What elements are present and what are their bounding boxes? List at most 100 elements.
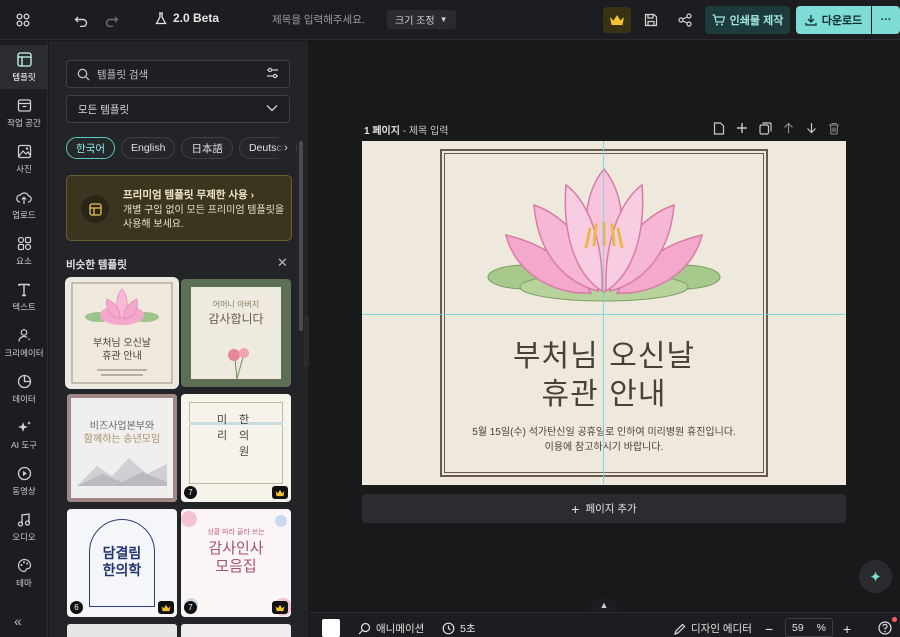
carnation-art (228, 348, 249, 379)
nav-item-theme[interactable]: 테마 (0, 551, 48, 595)
nav-item-creator[interactable]: 크리에이터 (0, 321, 48, 365)
download-button[interactable]: 다운로드 (796, 6, 871, 34)
duration-button[interactable]: 5초 (442, 621, 476, 636)
move-down-icon[interactable] (804, 121, 818, 135)
undo-icon[interactable] (71, 10, 91, 30)
help-button[interactable] (878, 621, 892, 635)
nav-item-ai-tools[interactable]: AI 도구 (0, 413, 48, 457)
template-thumbnail[interactable]: 비즈사업본부와 함께하는 송년모임 (67, 394, 177, 502)
nav-item-workspace[interactable]: 작업 공간 (0, 91, 48, 135)
panel-scrollbar[interactable] (299, 141, 303, 331)
template-category-select[interactable]: 모든 템플릿 (66, 95, 290, 123)
more-options-button[interactable]: ··· (872, 6, 900, 34)
save-button[interactable] (638, 7, 664, 33)
template-search-input[interactable]: 템플릿 검색 (66, 60, 290, 88)
zoom-out-button[interactable]: − (765, 621, 773, 637)
nav-item-photo[interactable]: 사진 (0, 137, 48, 181)
premium-crown-button[interactable] (603, 7, 631, 33)
mountain-art (77, 458, 167, 486)
template-thumbnail[interactable] (67, 624, 177, 637)
template-thumbnail[interactable]: 미리 한의원 7 (181, 394, 291, 502)
duration-label: 5초 (460, 623, 476, 635)
nav-item-text[interactable]: 텍스트 (0, 275, 48, 319)
move-up-icon[interactable] (781, 121, 795, 135)
nav-item-video[interactable]: 동영상 (0, 459, 48, 503)
sparkle-icon: ✦ (869, 568, 882, 586)
theme-icon (16, 558, 32, 574)
share-button[interactable] (672, 7, 698, 33)
template-thumbnail[interactable] (181, 624, 291, 637)
new-page-icon[interactable] (712, 121, 726, 135)
workspace-icon (16, 98, 32, 114)
template-thumbnail[interactable]: 상황 따라 골라 쓰는 감사인사 모음집 7 (181, 509, 291, 617)
top-bar: 2.0 Beta 제목을 입력해주세요. 크기 조정 ▼ 인쇄물 제작 다운로드… (0, 0, 900, 40)
zoom-input[interactable]: 59 % (785, 618, 833, 637)
lang-chip-japanese[interactable]: 日本語 (181, 137, 233, 159)
page-body-line2[interactable]: 이용에 참고하시기 바랍니다. (362, 438, 846, 453)
elements-icon (16, 236, 32, 252)
nav-item-audio[interactable]: 오디오 (0, 505, 48, 549)
add-page-label: 페이지 추가 (585, 503, 637, 515)
resize-label: 크기 조정 (395, 16, 435, 27)
center-guide-vertical (603, 141, 604, 485)
chevron-down-icon (266, 103, 278, 115)
apps-grid-icon[interactable] (13, 10, 33, 30)
chevron-up-icon[interactable]: ▲ (590, 598, 618, 612)
premium-promo-banner[interactable]: 프리미엄 템플릿 무제한 사용 › 개별 구입 없이 모든 프리미엄 템플릿을 … (66, 175, 292, 241)
delete-icon[interactable] (827, 121, 841, 135)
search-placeholder: 템플릿 검색 (97, 68, 149, 81)
version-label: 2.0 Beta (173, 11, 220, 25)
download-label: 다운로드 (821, 15, 863, 27)
background-color-swatch[interactable] (322, 619, 340, 637)
chevron-right-icon[interactable]: › (276, 137, 296, 159)
data-icon (16, 374, 32, 390)
print-order-button[interactable]: 인쇄물 제작 (705, 6, 790, 34)
promo-title: 프리미엄 템플릿 무제한 사용 › (123, 189, 255, 201)
premium-crown-icon (158, 601, 174, 614)
collapse-nav-icon[interactable]: « (14, 613, 22, 629)
zoom-value: 59 (792, 621, 804, 634)
save-icon (644, 13, 658, 27)
duplicate-icon[interactable] (758, 121, 772, 135)
help-icon (878, 621, 892, 635)
template-thumbnail[interactable]: 담결림 한의학 6 (67, 509, 177, 617)
add-page-button[interactable]: + 페이지 추가 (362, 494, 846, 523)
page-title-input[interactable]: 제목 입력 (409, 126, 449, 137)
add-icon[interactable] (735, 121, 749, 135)
nav-item-upload[interactable]: 업로드 (0, 183, 48, 227)
lang-chip-english[interactable]: English (120, 137, 176, 159)
nav-item-templates[interactable]: 템플릿 (0, 45, 48, 89)
template-thumbnail[interactable]: 어머니 아버지 감사합니다 (181, 279, 291, 387)
thumbnail-title: 함께하는 송년모임 (83, 434, 161, 445)
filter-sliders-icon[interactable] (266, 67, 279, 82)
text-icon (16, 282, 32, 298)
ai-tools-icon (16, 420, 32, 436)
design-page[interactable]: 부처님 오신날 휴관 안내 5월 15일(수) 석가탄신일 공휴일로 인하여 미… (362, 141, 846, 485)
video-icon (16, 466, 32, 482)
nav-item-data[interactable]: 데이터 (0, 367, 48, 411)
photo-icon (16, 144, 32, 160)
left-navigation: 템플릿 작업 공간 사진 업로드 요소 텍스트 크리에이터 데이터 AI 도구 … (0, 41, 48, 637)
redo-icon[interactable] (102, 10, 122, 30)
close-icon[interactable]: ✕ (277, 255, 288, 271)
lotus-flower-image[interactable] (486, 165, 722, 325)
animation-icon (358, 622, 371, 635)
beta-version[interactable]: 2.0 Beta (155, 11, 219, 25)
page-body-line1[interactable]: 5월 15일(수) 석가탄신일 공휴일로 인하여 미리병원 휴진입니다. (362, 423, 846, 438)
page-header: 1 페이지 - 제목 입력 (364, 126, 449, 137)
nav-item-elements[interactable]: 요소 (0, 229, 48, 273)
resize-button[interactable]: 크기 조정 ▼ (387, 10, 456, 29)
page-tools (712, 121, 841, 135)
page-heading-line2[interactable]: 휴관 안내 (362, 369, 846, 413)
ai-assistant-button[interactable]: ✦ (859, 560, 892, 593)
lang-chip-korean[interactable]: 한국어 (66, 137, 115, 159)
template-thumbnail[interactable]: 부처님 오신날 휴관 안내 (67, 279, 177, 387)
thumbnail-title: 감사합니다 (208, 312, 264, 326)
document-title-input[interactable]: 제목을 입력해주세요. (272, 12, 365, 27)
thumbnail-title: 부처님 오신날 (93, 338, 151, 349)
thumbnail-title: 미리 (217, 414, 228, 442)
design-editor-button[interactable]: 디자인 에디터 (674, 621, 752, 636)
zoom-in-button[interactable]: + (843, 621, 851, 637)
animation-button[interactable]: 애니메이션 (358, 621, 424, 636)
thumbnail-subtitle: 상황 따라 골라 쓰는 (207, 529, 265, 536)
